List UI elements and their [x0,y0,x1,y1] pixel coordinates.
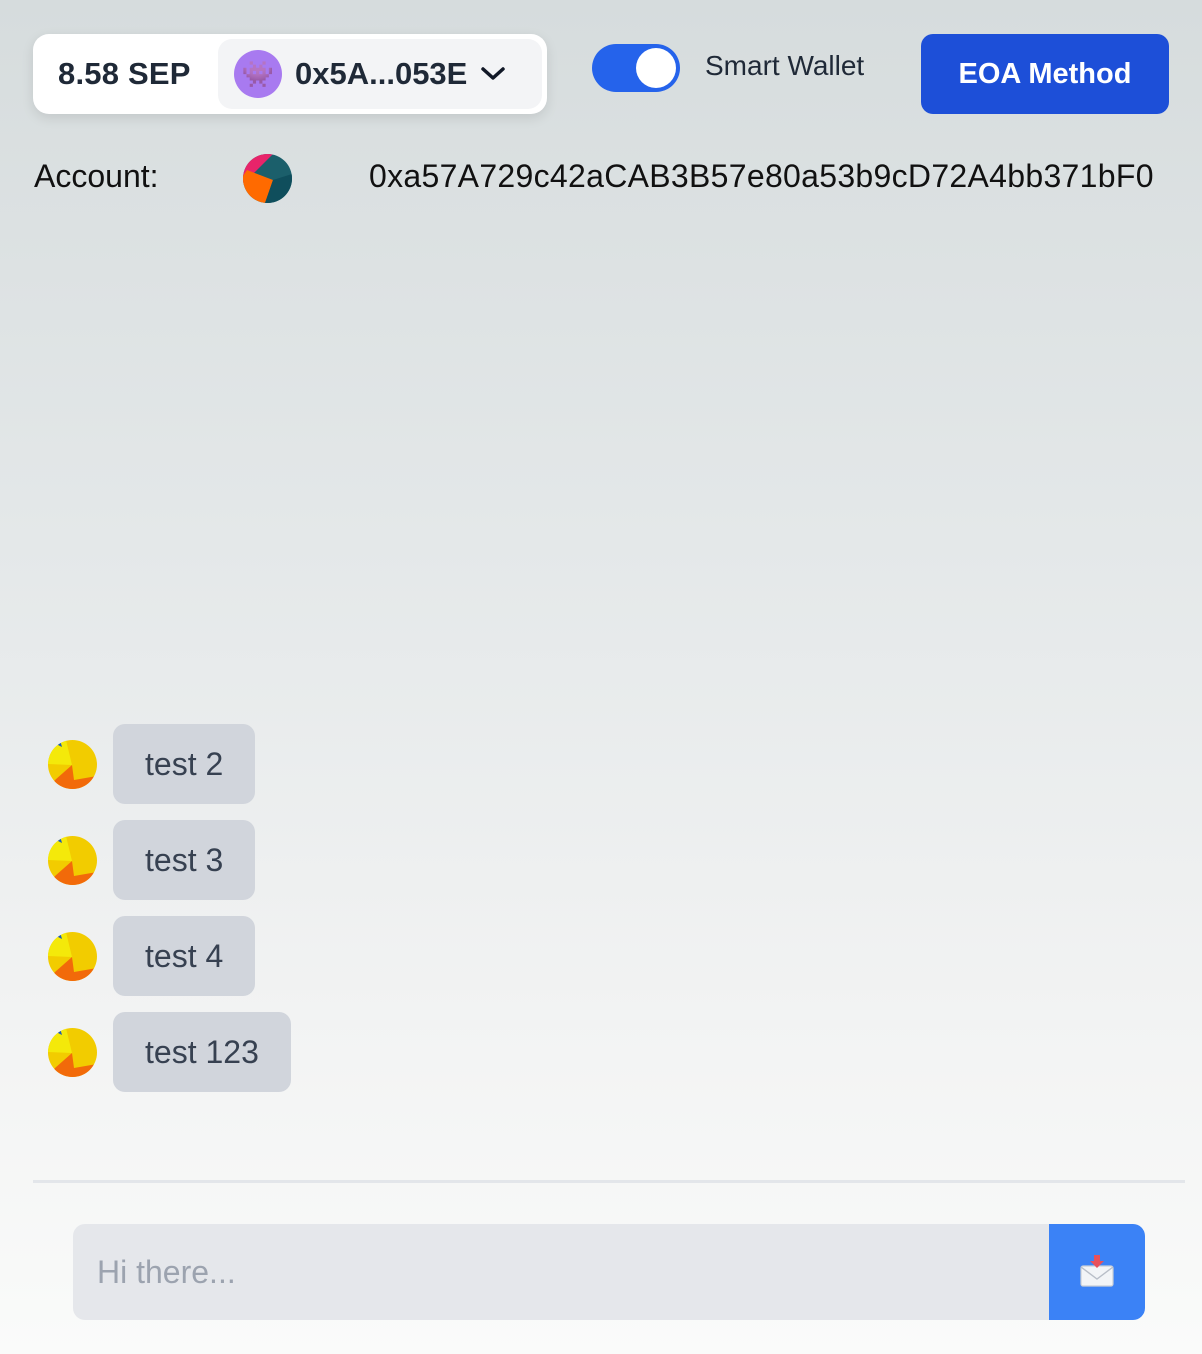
message-bubble: test 3 [113,820,256,900]
smart-wallet-label: Smart Wallet [705,50,865,81]
message-row: test 123 [48,1012,291,1092]
account-address: 0xa57A729c42aCAB3B57e80a53b9cD72A4bb371b… [369,158,1154,194]
message-row: test 4 [48,916,256,996]
sender-avatar [48,931,97,981]
sender-avatar [48,739,97,789]
message-row: test 2 [48,724,256,804]
account-avatar [243,154,292,203]
message-input[interactable] [73,1224,1049,1320]
message-bubble: test 4 [113,916,256,996]
message-composer [73,1224,1145,1320]
wallet-balance: 8.58 SEP [58,56,191,91]
message-row: test 3 [48,820,256,900]
smart-wallet-toggle[interactable] [592,44,680,92]
sender-avatar [48,1027,97,1077]
sender-avatar [48,835,97,885]
chevron-down-icon [479,60,507,88]
divider [33,1180,1185,1183]
message-bubble: test 123 [113,1012,291,1092]
send-button[interactable] [1049,1224,1145,1320]
account-label: Account: [34,158,159,194]
wallet-pill: 8.58 SEP 👾 0x5A...053E [33,34,547,114]
wallet-short-address: 0x5A...053E [295,56,468,91]
incoming-envelope-icon [1079,1254,1115,1291]
wallet-address-dropdown[interactable]: 👾 0x5A...053E [218,39,542,109]
toggle-knob [636,48,676,88]
eoa-method-button[interactable]: EOA Method [921,34,1169,114]
alien-monster-icon: 👾 [234,50,282,98]
message-bubble: test 2 [113,724,256,804]
